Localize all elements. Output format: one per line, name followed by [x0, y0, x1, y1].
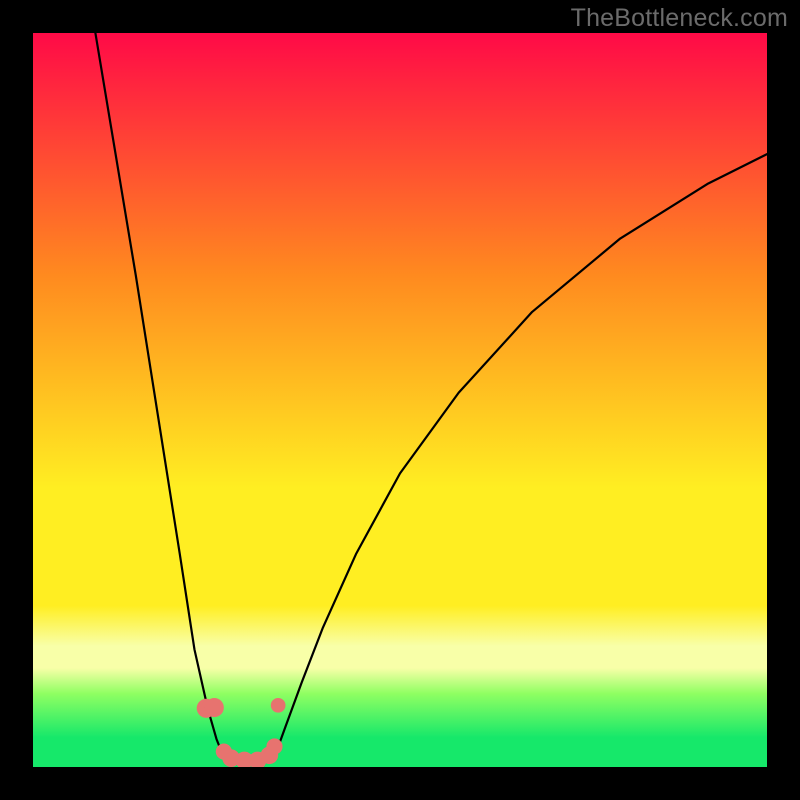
chart-svg — [33, 33, 767, 767]
data-marker — [205, 698, 224, 717]
data-marker — [271, 698, 286, 713]
watermark-text: TheBottleneck.com — [571, 4, 788, 33]
data-marker — [266, 738, 282, 754]
chart-frame: TheBottleneck.com — [0, 0, 800, 800]
plot-area — [33, 33, 767, 767]
